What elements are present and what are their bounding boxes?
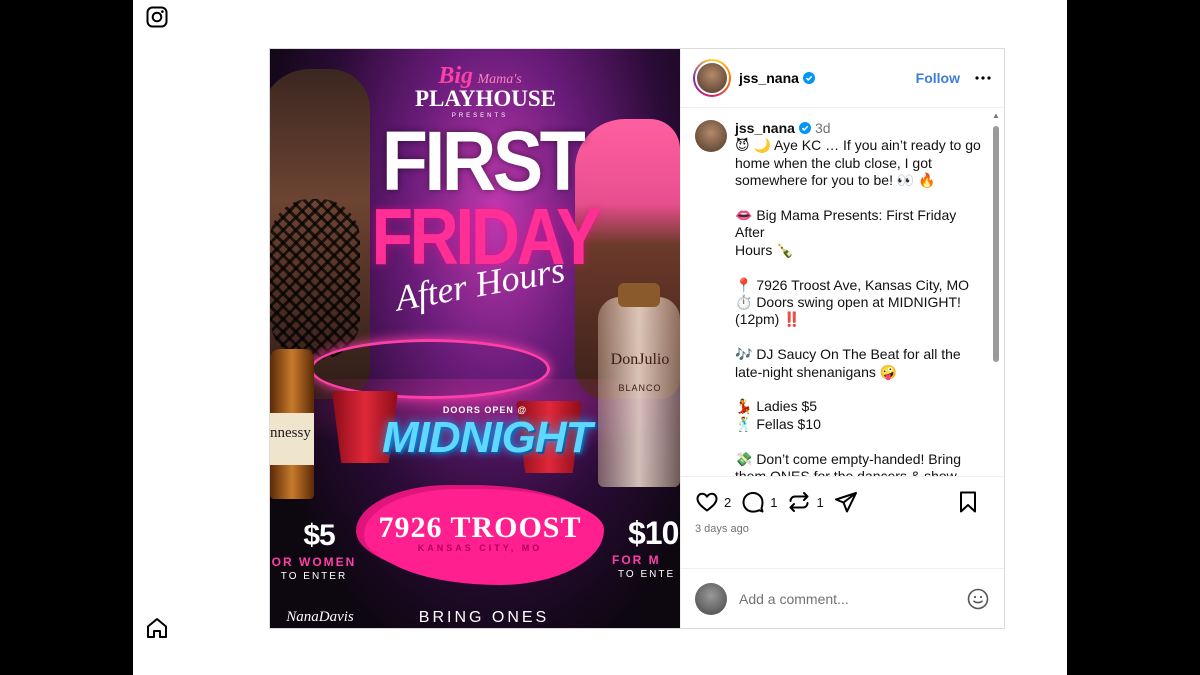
bottle-right-sublabel: BLANCO — [618, 383, 662, 393]
flyer-title-first: FIRST — [381, 114, 586, 208]
author-username[interactable]: jss_nana — [739, 70, 815, 86]
flyer-price-women: $5 — [303, 519, 335, 552]
caption-line — [735, 329, 985, 346]
caption-line: home when the club close, I got — [735, 154, 932, 171]
scrollbar-thumb[interactable] — [993, 126, 999, 362]
caption-text: 😈 🌙 Aye KC … If you ain’t ready to go hom… — [735, 137, 985, 476]
share-button[interactable] — [834, 490, 858, 514]
caption-avatar[interactable] — [695, 120, 727, 152]
left-navigation-rail — [133, 0, 183, 675]
caption-line: 💃 Ladies $5 — [735, 398, 818, 415]
verified-badge-icon — [802, 72, 815, 84]
bottle-right-label: DonJulio — [610, 351, 670, 368]
caption-line — [735, 381, 985, 398]
instagram-page: nnessy DonJulio BLANCO Big Mama's PLAYHO… — [133, 0, 1067, 675]
post-age[interactable]: 3 days ago — [695, 523, 990, 535]
instagram-icon[interactable] — [145, 5, 169, 29]
author-username-text[interactable]: jss_nana — [739, 70, 799, 86]
caption-line: 😈 🌙 Aye KC … If you ain’t ready to go — [735, 137, 981, 154]
caption-line — [735, 190, 985, 207]
save-button[interactable] — [956, 490, 980, 514]
caption-username[interactable]: jss_nana — [735, 120, 795, 136]
flyer-bottle-left: nnessy — [270, 349, 314, 499]
caption-line: 📍 7926 Troost Ave, Kansas City, MO — [735, 276, 970, 293]
like-count[interactable]: 2 — [724, 495, 731, 510]
like-button[interactable]: 2 — [695, 490, 731, 514]
post-modal: nnessy DonJulio BLANCO Big Mama's PLAYHO… — [269, 48, 1005, 629]
bottle-left-label: nnessy — [270, 413, 314, 465]
bottle-cap — [618, 283, 660, 307]
caption-timestamp[interactable]: 3d — [815, 120, 831, 136]
repost-count[interactable]: 1 — [816, 495, 823, 510]
caption-line: ⏱️ Doors swing open at MIDNIGHT! — [735, 294, 961, 311]
flyer-nanadavis-logo: NanaDavis — [286, 609, 354, 625]
caption-line: Hours 🍾 — [735, 241, 794, 258]
flyer-brand-logo: Big Mama's PLAYHOUSE PRESENTS — [415, 64, 557, 119]
post-header: jss_nana Follow — [681, 49, 1004, 108]
scroll-up-arrow-icon[interactable]: ▲ — [992, 112, 1000, 120]
flyer-bottle-right: DonJulio BLANCO — [598, 283, 680, 487]
repost-icon — [789, 492, 809, 512]
caption-line: them ONES for the dancers & show — [735, 468, 985, 476]
paper-plane-icon — [834, 492, 857, 513]
flyer-women-label: OR WOMEN — [271, 555, 357, 569]
emoji-icon[interactable] — [966, 587, 990, 611]
comment-input[interactable]: Add a comment... — [739, 591, 966, 607]
bookmark-icon — [960, 491, 976, 513]
comment-count[interactable]: 1 — [770, 495, 777, 510]
caption-scrollbar[interactable]: ▲ ▼ — [992, 112, 1000, 476]
brand-mamas: Mama's — [477, 72, 522, 87]
flyer-city: KANSAS CITY, MO — [417, 543, 543, 553]
post-side-panel: jss_nana Follow jss_nana 3d 😈 🌙 Aye KC … … — [680, 49, 1004, 628]
verified-badge-icon — [798, 122, 811, 134]
caption-line: (12pm) ‼️ — [735, 311, 801, 328]
flyer-address: 7926 TROOST — [378, 511, 582, 544]
caption-line: somewhere for you to be! 👀 🔥 — [735, 172, 936, 189]
flyer-midnight: MIDNIGHT — [382, 413, 593, 462]
current-user-avatar[interactable] — [695, 582, 727, 615]
author-avatar[interactable] — [693, 59, 731, 97]
caption-body: jss_nana 3d 😈 🌙 Aye KC … If you ain’t rea… — [735, 120, 985, 476]
more-options-icon[interactable] — [974, 69, 992, 87]
flyer-women-sub: TO ENTER — [280, 571, 348, 582]
caption-line — [735, 259, 985, 276]
flyer-price-men: $10 — [628, 515, 679, 551]
caption-line — [735, 433, 985, 450]
add-comment-bar: Add a comment... — [681, 568, 1004, 628]
caption-line: 👄 Big Mama Presents: First Friday After — [735, 207, 957, 241]
heart-icon — [696, 492, 718, 512]
brand-playhouse: PLAYHOUSE — [415, 86, 557, 111]
comment-button[interactable]: 1 — [741, 490, 777, 514]
repost-button[interactable]: 1 — [787, 490, 824, 514]
caption-scroll-area[interactable]: jss_nana 3d 😈 🌙 Aye KC … If you ain’t rea… — [681, 108, 1004, 476]
caption-line: 🕺 Fellas $10 — [735, 415, 821, 432]
caption-line: 💸 Don’t come empty-handed! Bring — [735, 450, 961, 467]
flyer-bring-ones: BRING ONES — [418, 609, 550, 626]
post-caption: jss_nana 3d 😈 🌙 Aye KC … If you ain’t rea… — [695, 120, 985, 476]
flyer-men-sub: TO ENTE — [618, 569, 676, 580]
caption-line: late-night shenanigans 🤪 — [735, 363, 898, 380]
post-actions: 2 1 1 3 days ago — [681, 476, 1004, 568]
flyer-men-label: FOR M — [612, 553, 661, 567]
comment-icon — [742, 492, 764, 513]
post-image[interactable]: nnessy DonJulio BLANCO Big Mama's PLAYHO… — [270, 49, 680, 628]
caption-line: 🎶 DJ Saucy On The Beat for all the — [735, 346, 961, 363]
home-icon[interactable] — [145, 616, 169, 640]
follow-button[interactable]: Follow — [916, 70, 960, 86]
